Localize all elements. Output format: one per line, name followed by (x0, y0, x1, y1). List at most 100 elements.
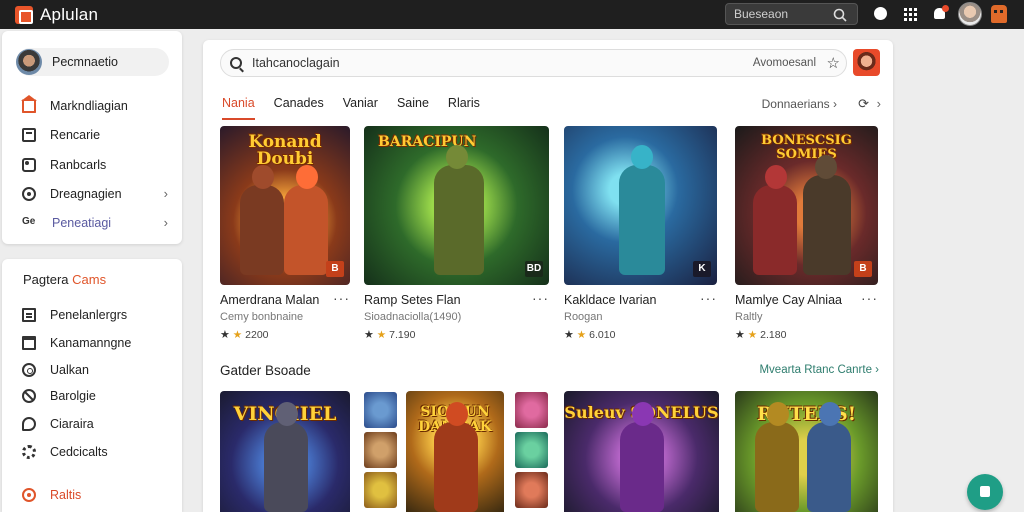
sidebar-item-inbox[interactable]: Rencarie (22, 125, 170, 145)
category-tabs: Nania Canades Vaniar Saine Rlaris (222, 96, 499, 120)
ge-text-icon: Ge (22, 216, 36, 227)
sidebar-item-general[interactable]: Ge Peneatiagi › (22, 213, 170, 233)
mini-game-thumbnail[interactable] (515, 392, 548, 428)
chevron-right-icon: › (163, 215, 168, 230)
sidebar-item-label: Kanamanngne (50, 336, 132, 350)
sidebar-item-label: Cedcicalts (50, 445, 108, 459)
sidebar-item-tags[interactable]: Ranbcarls (22, 155, 170, 175)
featured-game-thumbnail[interactable]: Suleuv SONELUS (564, 391, 719, 512)
sidebar-item-label: Peneatiagi (52, 216, 112, 230)
tabs-more-link[interactable]: Donnaerians › (762, 97, 837, 111)
rating-value: 6.010 (589, 329, 616, 341)
sidebar-item-label: Ualkan (50, 363, 89, 377)
main-search-bar[interactable]: Avomoesanl ☆ (220, 49, 847, 77)
more-options-icon[interactable]: ··· (333, 290, 350, 306)
more-options-icon[interactable]: ··· (532, 290, 549, 306)
top-search-input[interactable] (734, 7, 834, 21)
sidebar-item-settings[interactable]: Raltis (22, 485, 170, 505)
game-badge: B (854, 261, 872, 277)
tab-saine[interactable]: Saine (397, 96, 429, 120)
game-card[interactable]: Konand Doubi B Amerdrana Malan ··· Cemy b… (220, 126, 350, 341)
game-card[interactable]: BARACIPUN BD Ramp Setes Flan ··· Sioadnac… (364, 126, 549, 341)
game-name: Ramp Setes Flan ··· (364, 290, 549, 307)
game-thumbnail[interactable]: BONESCSIG SOMIES B (735, 126, 878, 285)
game-name: Mamlye Cay Alniaa ··· (735, 290, 878, 307)
chat-icon[interactable] (873, 6, 889, 22)
mini-game-thumbnail[interactable] (515, 472, 548, 508)
mini-game-thumbnail[interactable] (364, 432, 397, 468)
game-thumbnail-title: Konand Doubi (248, 132, 322, 169)
mascot-icon[interactable] (991, 5, 1007, 23)
game-name-text: Mamlye Cay Alniaa (735, 293, 842, 307)
search-icon[interactable] (833, 8, 847, 22)
sidebar-item-bubble[interactable]: Ciaraira (22, 414, 170, 434)
game-thumbnail[interactable]: K (564, 126, 717, 285)
game-thumbnail[interactable]: Konand Doubi B (220, 126, 350, 285)
chevron-right-icon[interactable]: › (877, 96, 881, 111)
sidebar-nav-card: Pecmnaetio Markndliagian Rencarie Ranbca… (2, 31, 182, 244)
featured-game-thumbnail[interactable]: SIOMUN DAMOAK (406, 391, 504, 512)
floating-action-button[interactable] (967, 474, 1003, 510)
character-figure (803, 175, 851, 275)
character-figure (755, 422, 799, 512)
tab-nania[interactable]: Nania (222, 96, 255, 120)
game-name: Kakldace Ivarian ··· (564, 290, 717, 307)
sidebar-item-package[interactable]: Kanamanngne (22, 333, 170, 353)
search-icon (230, 57, 242, 69)
app-title: Aplulan (40, 4, 99, 24)
user-avatar-small (16, 49, 42, 75)
sidebar-item-blocked[interactable]: Barolgie (22, 386, 170, 406)
see-more-link[interactable]: Mvearta Rtanc Canrte › (759, 364, 879, 376)
featured-game-thumbnail[interactable]: RUTEBS! (735, 391, 878, 512)
sidebar-item-messages[interactable]: Dreagnagien › (22, 184, 170, 204)
star-icon: ★ (735, 329, 745, 341)
tab-vaniar[interactable]: Vaniar (343, 96, 378, 120)
home-icon (21, 95, 37, 113)
star-icon: ★ (376, 329, 387, 341)
top-bar: Aplulan (0, 0, 1024, 29)
character-figure (434, 422, 478, 512)
filter-label[interactable]: Avomoesanl (753, 57, 816, 69)
sidebar-item-cog[interactable]: Cedcicalts (22, 442, 170, 462)
character-figure (753, 185, 797, 275)
refresh-icon[interactable]: ⟳ (858, 96, 869, 112)
game-card[interactable]: BONESCSIG SOMIES B Mamlye Cay Alniaa ··· … (735, 126, 878, 341)
app-logo-icon (15, 5, 33, 24)
star-icon: ★ (564, 329, 574, 341)
star-icon: ★ (747, 329, 758, 341)
game-rating: ★ ★ 7.190 (364, 328, 549, 341)
notification-bell-icon[interactable] (932, 5, 949, 22)
game-badge: B (326, 261, 344, 277)
sidebar-item-home[interactable]: Markndliagian (21, 95, 170, 116)
sidebar-categories-card: Pagtera Cams Penelanlergrs Kanamanngne U… (2, 259, 182, 512)
sidebar-item-ring[interactable]: Ualkan (22, 360, 170, 380)
sidebar-item-label: Markndliagian (50, 99, 128, 113)
more-options-icon[interactable]: ··· (700, 290, 717, 306)
tab-canades[interactable]: Canades (274, 96, 324, 120)
user-profile-pill[interactable]: Pecmnaetio (16, 48, 169, 76)
game-card[interactable]: K Kakldace Ivarian ··· Roogan ★ ★ 6.010 (564, 126, 717, 341)
main-search-input[interactable] (252, 56, 652, 70)
list-icon (22, 308, 36, 322)
profile-avatar[interactable] (853, 49, 880, 76)
featured-game-thumbnail[interactable]: VINGIIEL (220, 391, 350, 512)
sidebar-item-label: Raltis (50, 488, 82, 502)
character-figure (807, 422, 851, 512)
sidebar-item-label: Penelanlergrs (50, 308, 128, 322)
user-avatar[interactable] (958, 2, 982, 26)
apps-grid-icon[interactable] (902, 6, 918, 22)
star-icon: ★ (220, 329, 230, 341)
mini-game-thumbnail[interactable] (515, 432, 548, 468)
character-figure (240, 185, 284, 275)
cog-icon (22, 445, 36, 459)
game-subtitle: Sioadnaciolla(1490) (364, 311, 462, 323)
game-thumbnail[interactable]: BARACIPUN BD (364, 126, 549, 285)
mini-game-thumbnail[interactable] (364, 472, 397, 508)
more-options-icon[interactable]: ··· (861, 290, 878, 306)
top-search-box[interactable] (725, 3, 858, 25)
tab-rlaris[interactable]: Rlaris (448, 96, 480, 120)
star-icon[interactable]: ☆ (827, 54, 840, 72)
sidebar-item-list[interactable]: Penelanlergrs (22, 305, 170, 325)
sidebar-item-label: Rencarie (50, 128, 101, 142)
mini-game-thumbnail[interactable] (364, 392, 397, 428)
